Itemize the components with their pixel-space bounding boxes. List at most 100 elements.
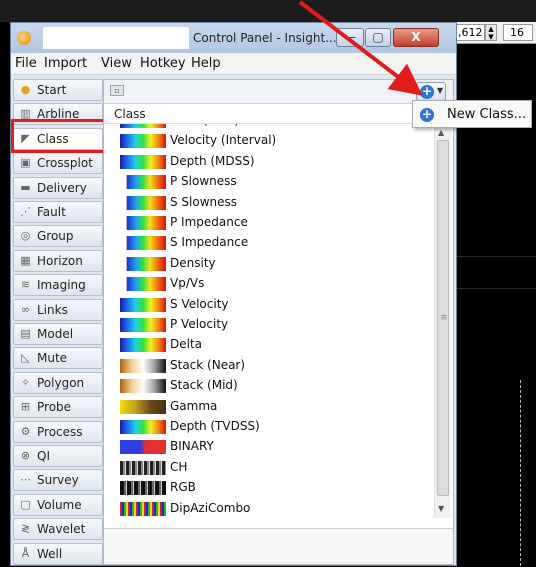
vertical-scrollbar[interactable]: ▲ ≡ ▼ [434, 124, 451, 518]
sidebar-item-model[interactable]: ▤ Model [13, 323, 103, 345]
sidebar-item-delivery[interactable]: ▬ Delivery [13, 176, 103, 199]
details-box [104, 528, 453, 564]
list-item-label: Depth (MDSS) [170, 153, 255, 168]
sidebar-item-qi[interactable]: ⊗ QI [13, 445, 103, 467]
list-item[interactable]: Depth (TVDSS) [104, 417, 434, 437]
list-item-label: Velocity (Interval) [170, 133, 277, 148]
sidebar-item-group[interactable]: ◎ Group [13, 225, 103, 248]
spinner-arrows-icon[interactable]: ▲ ▼ [485, 24, 497, 41]
panel-toolbar: ▫ + ▼ [104, 80, 453, 104]
toolbar-view-icon[interactable]: ▫ [110, 85, 124, 96]
control-panel-window: Control Panel - Insight... — ▢ X File Im… [10, 22, 457, 566]
list-item-label: Vp/Vs [170, 276, 205, 291]
color-palette-swatch [120, 501, 166, 516]
color-palette-swatch [120, 216, 166, 230]
sidebar-item-label: Crossplot [37, 156, 93, 171]
menu-file[interactable]: File [15, 56, 37, 71]
coordinate-spinner-bar: ,612 ▲ ▼ 16 [455, 22, 536, 44]
sidebar-item-label: Process [37, 424, 83, 439]
list-item[interactable]: Stack (Mid) [104, 376, 434, 396]
delivery-icon: ▬ [20, 180, 31, 194]
spinner-value-2[interactable]: 16 [503, 24, 533, 41]
wavelet-icon: ≷ [20, 522, 31, 536]
list-item-label: BINARY [170, 439, 214, 454]
spinner-value-1[interactable]: ,612 [455, 24, 485, 41]
color-palette-swatch [120, 236, 166, 251]
list-item[interactable]: Vp/Vs [104, 274, 434, 294]
list-item[interactable]: RGB [104, 478, 434, 498]
maximize-button[interactable]: ▢ [365, 28, 391, 47]
list-item[interactable]: Depth (MDSS) [104, 152, 434, 172]
list-item[interactable]: P Slowness [104, 172, 434, 192]
sidebar-item-label: Start [37, 83, 67, 97]
close-button[interactable]: X [393, 28, 439, 47]
well-icon: Å [21, 546, 30, 560]
list-item[interactable]: BINARY [104, 437, 434, 457]
list-item[interactable]: Delta [104, 335, 434, 355]
new-class-menu-item[interactable]: New Class... [447, 107, 526, 122]
sidebar-item-survey[interactable]: ⋯ Survey [13, 469, 103, 492]
color-palette-swatch [120, 379, 166, 394]
scroll-up-icon[interactable]: ▲ [438, 128, 444, 137]
color-palette-swatch [120, 420, 166, 434]
list-item[interactable]: S Velocity [104, 295, 434, 315]
sidebar-item-horizon[interactable]: ▦ Horizon [13, 249, 103, 272]
sidebar-item-probe[interactable]: ⊞ Probe [13, 396, 103, 419]
scroll-thumb[interactable]: ≡ [437, 140, 449, 496]
sidebar-item-volume[interactable]: ▢ Volume [13, 493, 103, 516]
scroll-down-icon[interactable]: ▼ [438, 504, 444, 513]
sidebar-item-mute[interactable]: ◺ Mute [13, 347, 103, 370]
start-icon: ● [20, 83, 31, 96]
sidebar-nav: ● Start ▥ Arbline ◤ Class ▣ Crossplot ▬ Delivery ⋰… [11, 79, 106, 567]
model-icon: ▤ [20, 327, 31, 340]
sidebar-item-start[interactable]: ● Start [13, 79, 103, 101]
sidebar-item-polygon[interactable]: ✧ Polygon [13, 371, 103, 394]
list-item-label: P Impedance [170, 215, 248, 229]
list-item[interactable]: Gamma [104, 397, 434, 417]
plus-icon: + [420, 84, 434, 99]
add-class-dropdown: + New Class... [412, 100, 532, 128]
list-item[interactable]: Velocity (Interval) [104, 131, 434, 151]
title-bar[interactable]: Control Panel - Insight... — ▢ X [11, 23, 456, 53]
list-item-label: S Impedance [170, 235, 249, 250]
list-header-label: Class [114, 107, 146, 121]
sidebar-item-links[interactable]: ∞ Links [13, 298, 103, 321]
list-item[interactable]: S Impedance [104, 233, 434, 253]
minimize-button[interactable]: — [336, 28, 364, 47]
fault-icon: ⋰ [20, 205, 31, 218]
menu-hotkey[interactable]: Hotkey [140, 56, 186, 71]
sidebar-item-crossplot[interactable]: ▣ Crossplot [13, 152, 103, 175]
background-dashed-line [520, 380, 521, 566]
list-item-label: Depth (TVDSS) [170, 419, 260, 433]
list-item[interactable]: Density [104, 254, 434, 274]
sidebar-item-fault[interactable]: ⋰ Fault [13, 201, 103, 223]
sidebar-item-wavelet[interactable]: ≷ Wavelet [13, 518, 103, 541]
list-item-label: S Velocity [170, 296, 229, 311]
color-palette-swatch [120, 318, 166, 332]
list-item[interactable]: CH [104, 458, 434, 478]
color-palette-swatch [120, 481, 166, 496]
sidebar-item-process[interactable]: ⚙ Process [13, 420, 103, 443]
sidebar-item-label: Well [37, 546, 63, 561]
list-item[interactable]: P Velocity [104, 315, 434, 335]
sidebar-item-imaging[interactable]: ≋ Imaging [13, 274, 103, 297]
list-item[interactable]: DipAziCombo [104, 499, 434, 518]
sidebar-item-label: Probe [37, 400, 72, 415]
class-panel: ▫ + ▼ Class Time (TWT) Velocity (Interval… [103, 79, 454, 565]
menu-import[interactable]: Import [44, 56, 87, 71]
add-class-button[interactable]: + ▼ [416, 82, 446, 101]
list-header[interactable]: Class [104, 104, 453, 124]
sidebar-item-well[interactable]: Å Well [13, 542, 103, 565]
menu-view[interactable]: View [101, 56, 132, 71]
class-list: Time (TWT) Velocity (Interval) Depth (MDSS… [104, 124, 434, 518]
sidebar-item-label: Wavelet [37, 522, 86, 537]
imaging-icon: ≋ [20, 278, 31, 292]
mute-icon: ◺ [21, 351, 30, 365]
menu-help[interactable]: Help [191, 56, 221, 71]
list-item[interactable]: Stack (Near) [104, 356, 434, 376]
background-top-strip [0, 0, 536, 22]
list-item[interactable]: P Impedance [104, 213, 434, 233]
list-item[interactable]: Time (TWT) [104, 124, 434, 131]
background-line [457, 288, 536, 289]
list-item[interactable]: S Slowness [104, 193, 434, 213]
